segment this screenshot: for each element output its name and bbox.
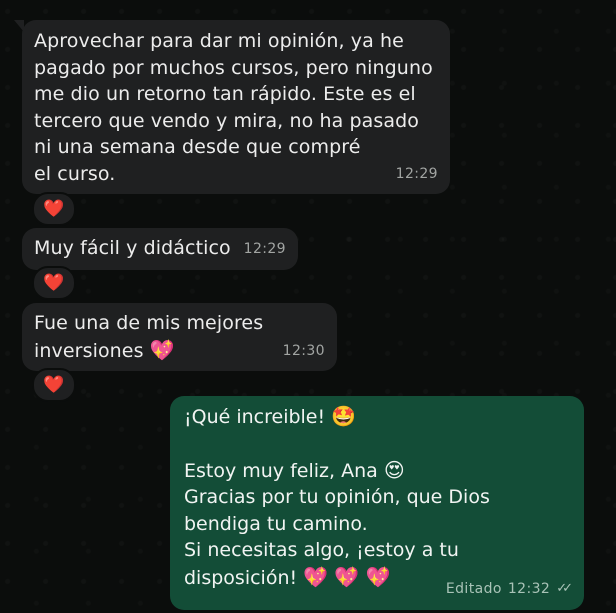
heart-eyes-emoji-icon: 😍 [383,457,405,482]
edited-label: Editado [445,580,502,597]
reply-line-2: Estoy muy feliz, Ana 😍 [184,457,405,482]
double-check-icon: ✓✓ [556,580,573,596]
heart-reaction-icon[interactable]: ❤️ [32,192,76,226]
sparkling-heart-icon: 💖 💖 💖 [303,564,391,589]
incoming-message-2[interactable]: Muy fácil y didáctico 12:29 [22,228,298,270]
bubble-tail [14,20,24,32]
message-time: 12:29 [243,240,286,257]
star-struck-emoji-icon: 🤩 [331,404,357,428]
outgoing-message[interactable]: ¡Qué increible! 🤩 Estoy muy feliz, Ana 😍… [170,396,584,610]
sparkling-heart-icon: 💖 [149,337,175,362]
heart-reaction-icon[interactable]: ❤️ [32,266,76,300]
incoming-message-1[interactable]: Aprovechar para dar mi opinión, ya he pa… [14,20,450,194]
message-text: Fue una de mis mejores inversiones 💖 [34,312,264,362]
chat-background: Aprovechar para dar mi opinión, ya he pa… [0,0,616,613]
heart-reaction-icon[interactable]: ❤️ [32,368,76,402]
message-time: 12:29 [395,165,438,182]
message-time: 12:32 [507,580,551,597]
message-time: 12:30 [282,342,325,359]
message-meta: Editado 12:32 ✓✓ [445,576,573,603]
reply-body: Gracias por tu opinión, que Dios bendiga… [184,486,490,561]
incoming-message-3[interactable]: Fue una de mis mejores inversiones 💖 12:… [22,303,337,371]
reply-line-1: ¡Qué increible! 🤩 [184,404,357,428]
message-text: Aprovechar para dar mi opinión, ya he pa… [34,30,433,185]
